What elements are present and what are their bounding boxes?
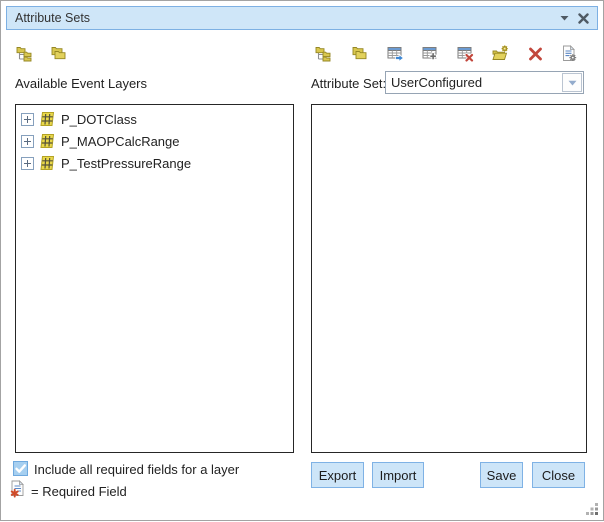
include-required-fields-label: Include all required fields for a layer bbox=[34, 462, 239, 477]
tree-row[interactable]: P_MAOPCalcRange bbox=[16, 130, 293, 152]
attribute-sets-window: { "window": { "title": "Attribute Sets" … bbox=[0, 0, 604, 521]
delete-x-icon[interactable] bbox=[527, 45, 544, 62]
export-button[interactable]: Export bbox=[311, 462, 364, 488]
attribute-set-combobox[interactable]: UserConfigured bbox=[385, 71, 584, 94]
folder-new-set-icon[interactable] bbox=[492, 45, 509, 62]
available-event-layers-listbox[interactable]: P_DOTClass P_MAOPCalcRange P_TestPressur… bbox=[15, 104, 294, 453]
event-table-icon bbox=[39, 155, 55, 171]
table-add-icon[interactable] bbox=[422, 45, 439, 62]
tree-row[interactable]: P_TestPressureRange bbox=[16, 152, 293, 174]
required-field-legend: = Required Field bbox=[31, 484, 127, 499]
save-button[interactable]: Save bbox=[480, 462, 523, 488]
import-button[interactable]: Import bbox=[372, 462, 424, 488]
tree-item-label[interactable]: P_DOTClass bbox=[61, 112, 137, 127]
close-button[interactable]: Close bbox=[532, 462, 585, 488]
attribute-set-value[interactable]: UserConfigured bbox=[386, 75, 561, 90]
expand-plus-icon[interactable] bbox=[21, 157, 34, 170]
tree-row[interactable]: P_DOTClass bbox=[16, 108, 293, 130]
available-layers-heading: Available Event Layers bbox=[15, 76, 147, 91]
document-settings-icon[interactable] bbox=[561, 45, 578, 62]
event-table-icon bbox=[39, 111, 55, 127]
table-remove-icon[interactable] bbox=[457, 45, 474, 62]
attribute-set-label: Attribute Set: bbox=[311, 76, 386, 91]
checkmark-icon bbox=[14, 462, 27, 475]
tree-item-label[interactable]: P_MAOPCalcRange bbox=[61, 134, 180, 149]
collapse-arrow-icon[interactable] bbox=[560, 15, 569, 21]
resize-grip[interactable] bbox=[585, 502, 600, 517]
open-folder-pair-icon[interactable] bbox=[351, 45, 368, 62]
include-required-fields-checkbox[interactable] bbox=[13, 461, 28, 476]
attribute-set-listbox[interactable] bbox=[311, 104, 587, 453]
event-table-icon bbox=[39, 133, 55, 149]
required-field-icon bbox=[10, 480, 25, 498]
combobox-dropdown-button[interactable] bbox=[562, 73, 582, 92]
event-layer-tree-icon[interactable] bbox=[16, 45, 33, 62]
chevron-down-icon bbox=[568, 80, 577, 86]
expand-plus-icon[interactable] bbox=[21, 113, 34, 126]
open-folder-pair-icon[interactable] bbox=[50, 45, 67, 62]
event-layer-tree-icon[interactable] bbox=[315, 45, 332, 62]
window-title: Attribute Sets bbox=[7, 11, 90, 25]
titlebar: Attribute Sets bbox=[6, 6, 598, 30]
table-export-icon[interactable] bbox=[387, 45, 404, 62]
tree-item-label[interactable]: P_TestPressureRange bbox=[61, 156, 191, 171]
close-icon[interactable] bbox=[578, 13, 589, 24]
expand-plus-icon[interactable] bbox=[21, 135, 34, 148]
